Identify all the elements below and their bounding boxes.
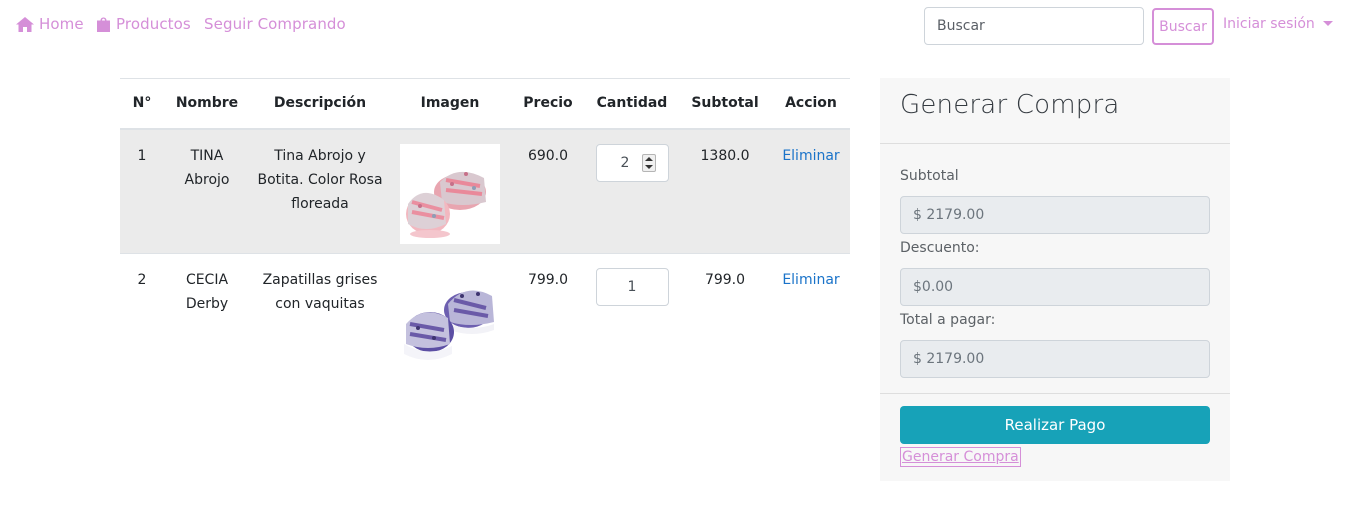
card-footer: Realizar Pago Generar Compra — [880, 394, 1230, 479]
generar-compra-card: Generar Compra Subtotal $ 2179.00 Descue… — [880, 78, 1230, 481]
header-accion: Accion — [785, 95, 837, 112]
subtotal-label: Subtotal — [900, 168, 959, 184]
row-precio: 799.0 — [527, 272, 569, 288]
row-subtotal: 799.0 — [704, 272, 746, 288]
row-cantidad: 1 — [586, 254, 678, 379]
row-accion: Eliminar — [772, 254, 850, 379]
row-num: 1 — [137, 147, 147, 164]
card-title: Generar Compra — [900, 90, 1120, 120]
pink-baby-shoes-image — [400, 143, 500, 244]
product-description: Tina Abrojo y Botita. Color Rosa floread… — [257, 147, 383, 212]
row-descripcion: Zapatillas grises con vaquitas — [250, 254, 390, 379]
header-nombre: Nombre — [175, 95, 239, 112]
caret-down-icon — [1322, 20, 1333, 26]
nav-home-link[interactable]: Home — [16, 15, 84, 33]
product-description: Zapatillas grises con vaquitas — [262, 272, 378, 312]
nav-seguir-comprando-link[interactable]: Seguir Comprando — [204, 15, 346, 33]
spin-buttons[interactable] — [641, 153, 656, 172]
row-precio: 690.0 — [527, 147, 569, 164]
header-num: N° — [132, 95, 152, 112]
nav-productos-label: Productos — [116, 15, 191, 33]
cart-table: N° Nombre Descripción Imagen Precio Cant… — [120, 78, 850, 379]
card-body: Subtotal $ 2179.00 Descuento: $0.00 Tota… — [880, 144, 1230, 394]
top-navbar: Home Productos Seguir Comprando Buscar I… — [0, 0, 1345, 52]
table-header-row: N° Nombre Descripción Imagen Precio Cant… — [120, 78, 850, 129]
row-num: 2 — [137, 272, 147, 288]
nav-home-label: Home — [39, 15, 84, 33]
product-name: TINA Abrojo — [184, 147, 230, 188]
eliminar-link[interactable]: Eliminar — [782, 272, 839, 288]
row-imagen — [390, 129, 510, 254]
quantity-value: 2 — [620, 154, 630, 171]
product-name: CECIA Derby — [185, 272, 229, 312]
total-label: Total a pagar: — [900, 312, 996, 328]
descuento-label: Descuento: — [900, 240, 980, 256]
table-row: 1 TINA Abrojo Tina Abrojo y Botita. Colo… — [120, 128, 850, 254]
quantity-value: 1 — [627, 279, 637, 295]
header-imagen: Imagen — [420, 95, 480, 112]
header-precio: Precio — [523, 95, 573, 112]
quantity-stepper[interactable]: 1 — [595, 268, 669, 306]
header-descripcion: Descripción — [273, 95, 367, 112]
search-button[interactable]: Buscar — [1152, 8, 1214, 45]
row-subtotal: 1380.0 — [700, 147, 750, 164]
card-header: Generar Compra — [880, 78, 1230, 144]
spin-up-icon[interactable] — [644, 156, 653, 161]
nav-productos-link[interactable]: Productos — [96, 15, 191, 33]
header-subtotal: Subtotal — [691, 95, 759, 112]
row-imagen — [390, 254, 510, 379]
realizar-pago-button[interactable]: Realizar Pago — [900, 406, 1210, 444]
row-accion: Eliminar — [772, 129, 850, 254]
blue-baby-sneakers-image — [400, 268, 500, 368]
shopping-bag-icon — [97, 17, 110, 32]
row-nombre: TINA Abrojo — [164, 129, 250, 254]
quantity-stepper[interactable]: 2 — [595, 143, 669, 182]
table-row: 2 CECIA Derby Zapatillas grises con vaqu… — [120, 254, 850, 379]
spin-down-icon[interactable] — [644, 164, 653, 169]
home-icon — [16, 16, 34, 32]
subtotal-field: $ 2179.00 — [900, 196, 1210, 234]
row-nombre: CECIA Derby — [164, 254, 250, 379]
login-dropdown[interactable]: Iniciar sesión — [1223, 16, 1333, 32]
eliminar-link[interactable]: Eliminar — [782, 148, 839, 164]
row-descripcion: Tina Abrojo y Botita. Color Rosa floread… — [250, 129, 390, 254]
search-input[interactable] — [924, 7, 1144, 45]
generar-compra-link[interactable]: Generar Compra — [900, 447, 1021, 467]
login-label: Iniciar sesión — [1223, 16, 1315, 32]
row-cantidad: 2 — [586, 129, 678, 254]
header-cantidad: Cantidad — [596, 95, 668, 112]
total-field: $ 2179.00 — [900, 340, 1210, 378]
descuento-field: $0.00 — [900, 268, 1210, 306]
